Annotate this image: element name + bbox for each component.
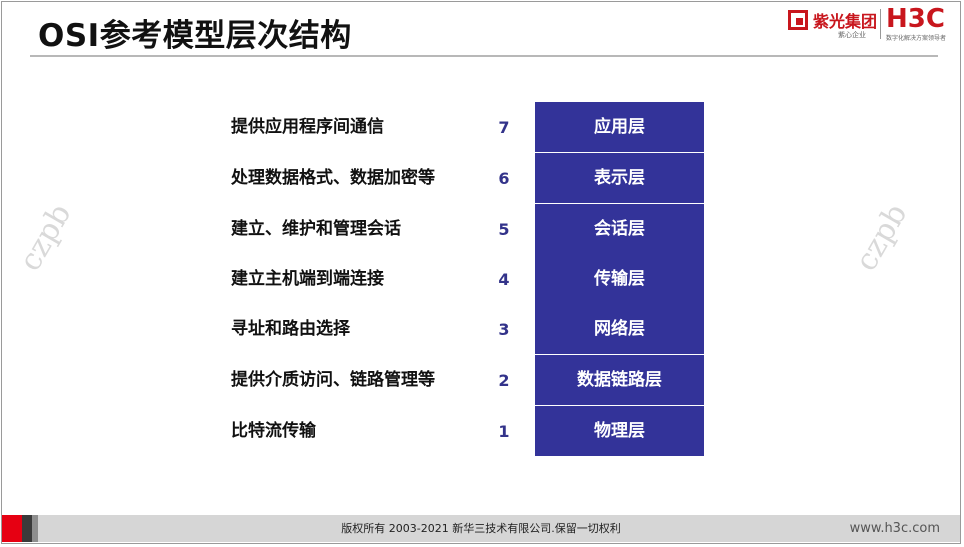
logo-separator [880,9,881,39]
layer-1-number: 1 [498,422,510,441]
layer-3-description: 寻址和路由选择 [231,319,350,339]
layer-4-number: 4 [498,270,510,289]
layer-2-description: 提供介质访问、链路管理等 [231,370,435,390]
ziguang-logo-text: 紫光集团 [813,12,878,31]
layer-7-number: 7 [498,118,510,137]
layer-3-number: 3 [498,320,510,339]
ziguang-logo-icon [788,10,808,30]
layer-5-number: 5 [498,220,510,239]
layer-1-description: 比特流传输 [231,421,316,441]
footer-bar: 版权所有 2003-2021 新华三技术有限公司.保留一切权利 www.h3c.… [2,515,960,542]
footer-website: www.h3c.com [849,521,940,536]
slide-title: OSI参考模型层次结构 [38,18,352,54]
layer-2-box: 数据链路层 [535,355,704,406]
layer-4-box: 传输层 [535,254,704,305]
layer-2-number: 2 [498,371,510,390]
title-divider [30,55,938,57]
layer-7-description: 提供应用程序间通信 [231,117,384,137]
h3c-logo-text: H3C [886,4,945,34]
layer-1-box: 物理层 [535,406,704,456]
layer-6-number: 6 [498,169,510,188]
footer-copyright: 版权所有 2003-2021 新华三技术有限公司.保留一切权利 [341,522,621,535]
brand-logos: 紫光集团 紫心企业 H3C 数字化解决方案领导者 [788,4,958,44]
layer-3-box: 网络层 [535,304,704,355]
ziguang-logo-subtext: 紫心企业 [838,31,866,39]
layer-5-description: 建立、维护和管理会话 [231,219,401,239]
layer-7-box: 应用层 [535,102,704,153]
layer-6-description: 处理数据格式、数据加密等 [231,168,435,188]
layer-4-description: 建立主机端到端连接 [231,269,384,289]
layer-5-box: 会话层 [535,204,704,255]
layer-6-box: 表示层 [535,153,704,204]
h3c-logo-subtext: 数字化解决方案领导者 [886,35,947,42]
